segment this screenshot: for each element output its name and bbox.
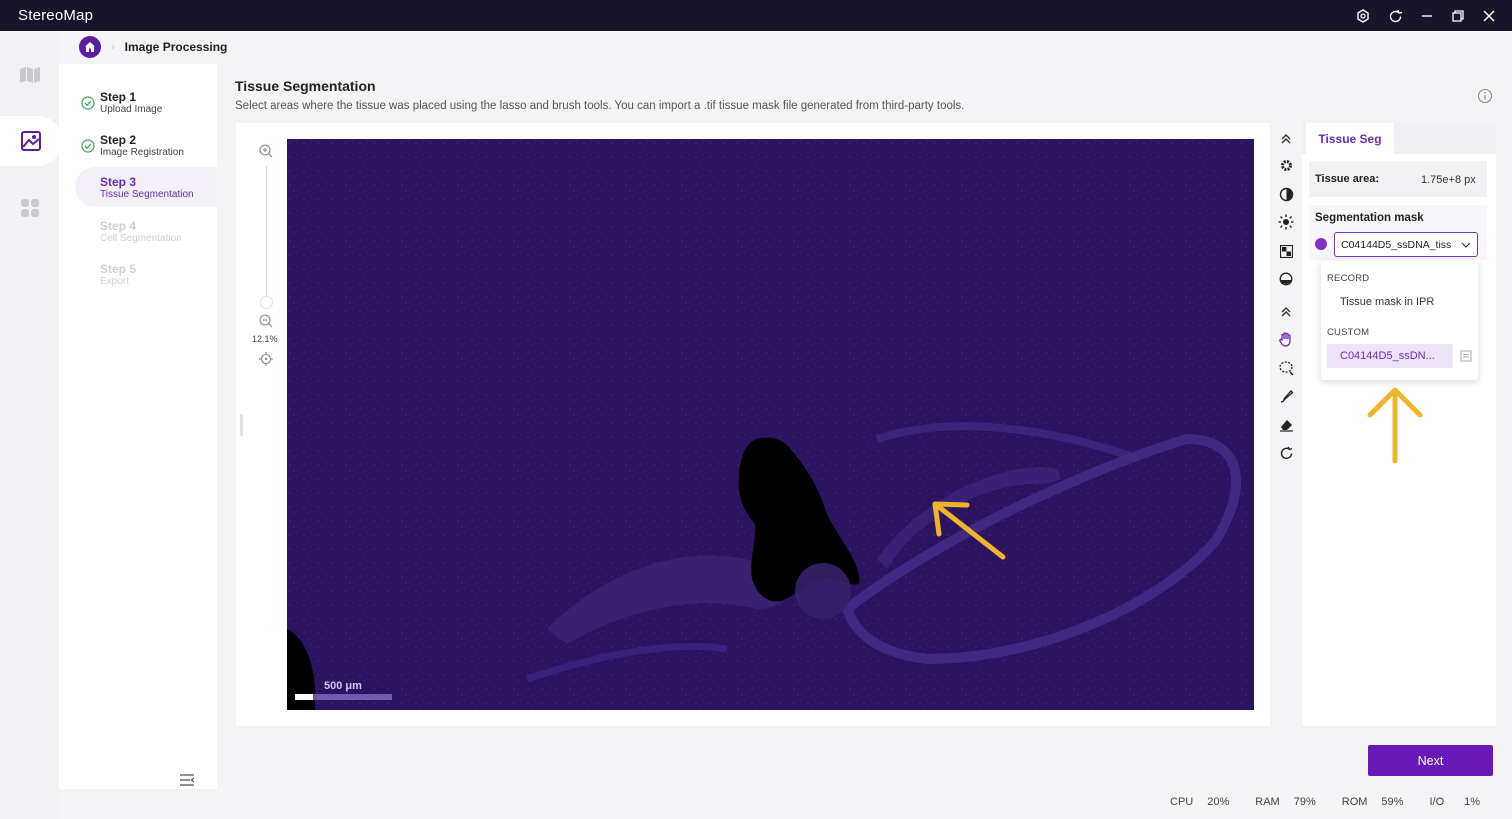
collapse-up-icon[interactable]	[1277, 130, 1295, 148]
dropdown-group-custom: CUSTOM	[1327, 327, 1370, 338]
step-title: Step 2	[100, 133, 137, 147]
home-icon[interactable]	[79, 36, 101, 58]
dropdown-group-record: RECORD	[1327, 273, 1370, 284]
zoom-level: 12.1%	[252, 334, 278, 344]
step-subtitle: Tissue Segmentation	[100, 189, 194, 200]
rom-value: 59%	[1381, 796, 1404, 808]
cpu-value: 20%	[1207, 796, 1230, 808]
info-icon[interactable]	[1477, 88, 1493, 104]
tab-tissue-seg[interactable]: Tissue Seg	[1306, 123, 1394, 154]
io-value: 1%	[1464, 796, 1481, 808]
eraser-icon[interactable]	[1277, 415, 1295, 433]
cpu-stat: CPU 20%	[1170, 796, 1229, 808]
annotation-arrow-up-icon	[1367, 387, 1423, 464]
tissue-image-canvas	[287, 139, 1254, 710]
scale-bar-label: 500 μm	[324, 680, 362, 692]
checkerboard-icon[interactable]	[1277, 242, 1295, 260]
close-icon[interactable]	[1478, 5, 1500, 27]
panel-splitter[interactable]	[240, 414, 243, 436]
contrast-icon[interactable]	[1277, 185, 1295, 203]
tissue-image[interactable]	[287, 139, 1254, 710]
step-subtitle: Cell Segmentation	[100, 233, 182, 244]
zoom-in-icon[interactable]	[258, 143, 274, 159]
step-subtitle: Upload Image	[100, 104, 163, 115]
tool-column	[1273, 123, 1299, 726]
zoom-slider-handle[interactable]	[260, 296, 273, 309]
cpu-label: CPU	[1170, 796, 1194, 808]
mask-color-swatch[interactable]	[1315, 238, 1327, 250]
tissue-area-label: Tissue area:	[1315, 173, 1380, 185]
lasso-icon[interactable]	[1277, 359, 1295, 377]
ram-label: RAM	[1255, 796, 1280, 808]
mask-select-value: C04144D5_ssDNA_tiss	[1341, 239, 1452, 251]
chevron-right-icon: ›	[111, 41, 115, 53]
check-circle-icon	[81, 139, 95, 153]
rom-stat: ROM 59%	[1342, 796, 1404, 808]
rail-map-icon[interactable]	[0, 50, 59, 100]
step-3[interactable]: Step 3 Tissue Segmentation	[75, 167, 217, 207]
ram-value: 79%	[1293, 796, 1316, 808]
step-subtitle: Export	[100, 276, 129, 287]
next-button[interactable]: Next	[1368, 745, 1493, 776]
brightness-icon[interactable]	[1277, 213, 1295, 231]
collapse-sidebar-icon[interactable]	[178, 771, 196, 789]
breadcrumb-current: Image Processing	[124, 40, 228, 54]
step-1[interactable]: Step 1 Upload Image	[75, 84, 217, 124]
file-details-icon[interactable]	[1460, 350, 1472, 362]
step-subtitle: Image Registration	[100, 147, 184, 158]
icon-rail	[0, 31, 62, 819]
ram-stat: RAM 79%	[1255, 796, 1315, 808]
page-description: Select areas where the tissue was placed…	[235, 100, 965, 112]
hand-pan-icon[interactable]	[1277, 330, 1295, 348]
gear-icon[interactable]	[1277, 156, 1295, 174]
restore-icon[interactable]	[1447, 5, 1469, 27]
collapse-up-icon[interactable]	[1277, 303, 1295, 321]
app-title: StereoMap	[18, 7, 94, 24]
dropdown-item-label: C04144D5_ssDN...	[1340, 350, 1435, 362]
recenter-icon[interactable]	[258, 351, 274, 367]
step-title: Step 5	[100, 262, 137, 276]
step-5: Step 5 Export	[75, 256, 217, 296]
io-stat: I/O 1%	[1429, 796, 1480, 808]
refresh-icon[interactable]	[1384, 5, 1406, 27]
rail-image-processing-icon[interactable]	[0, 116, 62, 166]
check-circle-icon	[81, 96, 95, 110]
step-2[interactable]: Step 2 Image Registration	[75, 127, 217, 167]
dropdown-item-tissue-mask-ipr[interactable]: Tissue mask in IPR	[1327, 290, 1453, 314]
chevron-down-icon	[1461, 242, 1471, 248]
brush-icon[interactable]	[1277, 387, 1295, 405]
segmentation-mask-label: Segmentation mask	[1315, 212, 1424, 224]
page-title: Tissue Segmentation	[235, 78, 376, 94]
breadcrumb: › Image Processing	[79, 36, 227, 58]
steps-sidebar: Step 1 Upload Image Step 2 Image Registr…	[59, 64, 217, 789]
zoom-out-icon[interactable]	[258, 313, 274, 329]
rail-apps-icon[interactable]	[0, 183, 59, 233]
zoom-slider-track[interactable]	[266, 166, 267, 304]
step-title: Step 3	[100, 175, 137, 189]
settings-icon[interactable]	[1352, 5, 1374, 27]
dropdown-item-custom-mask[interactable]: C04144D5_ssDN...	[1327, 344, 1453, 368]
opacity-icon[interactable]	[1277, 270, 1295, 288]
step-4: Step 4 Cell Segmentation	[75, 213, 217, 253]
step-title: Step 4	[100, 219, 137, 233]
reset-icon[interactable]	[1277, 444, 1295, 462]
tissue-area-value: 1.75e+8 px	[1421, 174, 1476, 186]
title-bar: StereoMap	[0, 0, 1512, 31]
segmentation-mask-select[interactable]: C04144D5_ssDNA_tiss	[1334, 232, 1478, 257]
dropdown-item-label: Tissue mask in IPR	[1340, 296, 1435, 308]
minimize-icon[interactable]	[1416, 5, 1438, 27]
status-bar: CPU 20% RAM 79% ROM 59% I/O 1%	[1170, 796, 1480, 808]
rom-label: ROM	[1341, 796, 1368, 808]
io-label: I/O	[1429, 796, 1445, 808]
step-title: Step 1	[100, 90, 137, 104]
